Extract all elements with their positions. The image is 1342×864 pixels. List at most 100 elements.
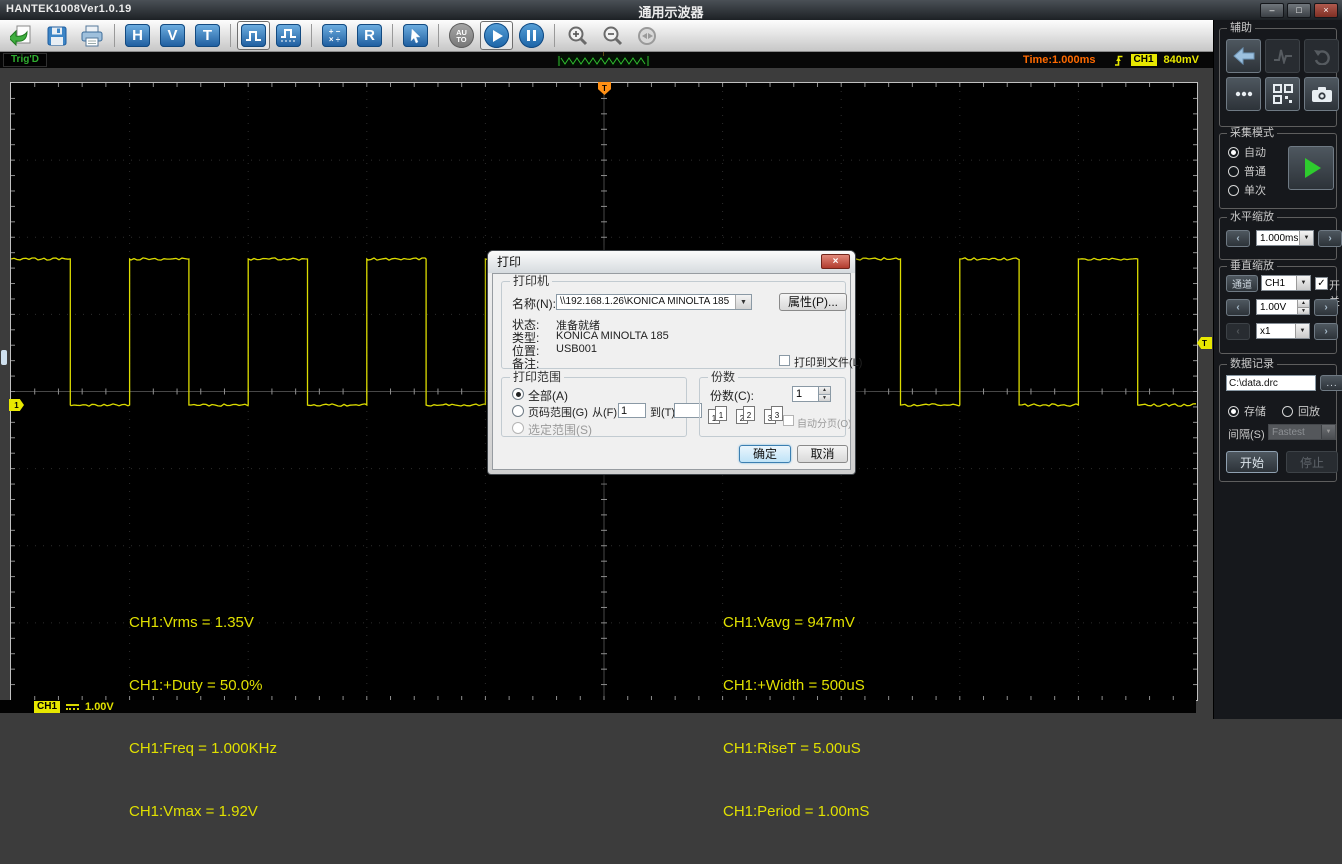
radio-icon [1228,147,1239,158]
printer-properties-button[interactable]: 属性(P)... [779,293,847,311]
record-start-button[interactable]: 开始 [1226,451,1278,473]
volts-increase-button[interactable]: › [1314,299,1338,316]
channel-badge[interactable]: CH1 [34,701,60,713]
zoom-in-button[interactable] [561,21,594,50]
trigger-system-button[interactable]: T [191,21,224,50]
playback-label: 回放 [1298,403,1320,419]
timebase-readout: Time:1.000ms [1023,54,1096,66]
screenshot-button[interactable] [1304,77,1339,111]
trigger-status: Trig'D [3,53,47,67]
vertical-system-button[interactable]: V [156,21,189,50]
record-playback-option[interactable]: 回放 [1282,403,1320,419]
math-button[interactable]: + −× ÷ [318,21,351,50]
acq-auto-option[interactable]: 自动 [1228,144,1266,160]
range-selection-radio[interactable] [512,422,524,434]
horizontal-system-button[interactable]: H [121,21,154,50]
channel-select[interactable]: CH1 ▼ [1261,275,1311,291]
run-button[interactable] [480,21,513,50]
reference-button[interactable]: R [353,21,386,50]
digital-waveform-button[interactable] [237,21,270,50]
more-options-button[interactable] [1226,77,1261,111]
cancel-button[interactable]: 取消 [797,445,848,463]
dialog-close-button[interactable]: × [821,254,850,269]
digital-waveform2-button[interactable] [272,21,305,50]
back-button[interactable] [1226,39,1261,73]
ok-button[interactable]: 确定 [739,445,791,463]
copies-input[interactable] [792,386,819,402]
acq-single-option[interactable]: 单次 [1228,182,1266,198]
acquisition-group: 采集模式 自动 普通 单次 [1219,133,1337,209]
pause-button[interactable] [515,21,548,50]
minimize-button[interactable]: – [1260,3,1284,18]
zoom-out-icon [602,25,624,47]
volts-spinner[interactable]: 1.00V ▲▼ [1256,299,1310,315]
print-icon [80,25,104,47]
acq-run-button[interactable] [1288,146,1334,190]
range-pages-radio[interactable] [512,405,524,417]
status-bar: Trig'D T Time:1.000ms CH1 840mV [0,52,1213,68]
range-all-radio[interactable] [512,388,524,400]
interval-value: Fastest [1269,427,1321,438]
print-to-file-label: 打印到文件(L) [794,354,862,370]
printer-name-select[interactable]: \\192.168.1.26\KONICA MINOLTA 185 ▼ [556,294,752,310]
vertical-group-label: 垂直缩放 [1227,260,1277,273]
pulse-tool-button[interactable] [1265,39,1300,73]
zoom-out-button[interactable] [596,21,629,50]
record-stop-button[interactable]: 停止 [1286,451,1338,473]
spinner-buttons[interactable]: ▲▼ [1297,300,1309,314]
print-to-file-checkbox[interactable] [779,355,790,366]
collate-checkbox[interactable] [783,415,794,426]
copies-label: 份数(C): [710,387,754,404]
probe-select[interactable]: x1 ▼ [1256,323,1310,339]
record-store-option[interactable]: 存储 [1228,403,1266,419]
timebase-select[interactable]: 1.000ms ▼ [1256,230,1314,246]
dc-coupling-icon [66,704,79,710]
browse-button[interactable]: ... [1320,375,1342,391]
cursor-button[interactable] [399,21,432,50]
timebase-decrease-button[interactable]: ‹ [1226,230,1250,247]
print-button[interactable] [75,21,108,50]
record-group-label: 数据记录 [1227,358,1277,371]
probe-decrease-button[interactable]: ‹ [1226,323,1250,340]
toolbar-separator [554,24,555,47]
probe-increase-button[interactable]: › [1314,323,1338,340]
waveform-preview[interactable]: T [557,54,650,66]
chevron-down-icon: ▼ [1299,231,1313,245]
window-close-button[interactable]: × [1314,3,1338,18]
measurement-value: CH1:Vmax = 1.92V [129,801,277,822]
range-from-input[interactable] [618,403,646,418]
copies-spinner[interactable]: ▲▼ [792,386,831,402]
volts-decrease-button[interactable]: ‹ [1226,299,1250,316]
probe-value: x1 [1257,326,1295,337]
trigger-level-marker[interactable]: T [1197,337,1212,349]
record-path-input[interactable] [1226,375,1316,391]
trigger-edge-icon [1113,54,1124,67]
interval-label: 间隔(S) [1228,426,1265,442]
zoom-reset-button[interactable] [631,21,664,50]
channel-value: CH1 [1262,278,1296,289]
autoset-button[interactable]: AUTO [445,21,478,50]
acq-single-label: 单次 [1244,182,1266,198]
chevron-down-icon: ▼ [1295,324,1309,338]
printer-location-value: USB001 [556,343,597,355]
qr-code-button[interactable] [1265,77,1300,111]
camera-icon [1311,86,1333,103]
range-to-input[interactable] [674,403,702,418]
spinner-buttons[interactable]: ▲▼ [819,386,831,402]
open-file-button[interactable] [5,21,38,50]
undo-button[interactable] [1304,39,1339,73]
data-record-group: 数据记录 ... 存储 回放 间隔(S) Fastest ▼ 开始 停止 [1219,364,1337,482]
printer-type-value: KONICA MINOLTA 185 [556,330,669,342]
print-range-group: 打印范围 全部(A) 页码范围(G) 从(F): 到(T): 选定范围(S) [501,377,687,437]
measurement-value: CH1:+Width = 500uS [723,675,869,696]
interval-select[interactable]: Fastest ▼ [1268,424,1336,440]
channel-switch-checkbox[interactable]: ✓ [1315,277,1328,290]
acq-normal-option[interactable]: 普通 [1228,163,1266,179]
save-button[interactable] [40,21,73,50]
channel-button[interactable]: 通道 [1226,275,1258,292]
radio-icon [1282,406,1293,417]
print-dialog-title: 打印 [488,251,855,273]
maximize-button[interactable]: □ [1287,3,1311,18]
timebase-increase-button[interactable]: › [1318,230,1342,247]
chevron-down-icon: ▼ [735,295,751,309]
